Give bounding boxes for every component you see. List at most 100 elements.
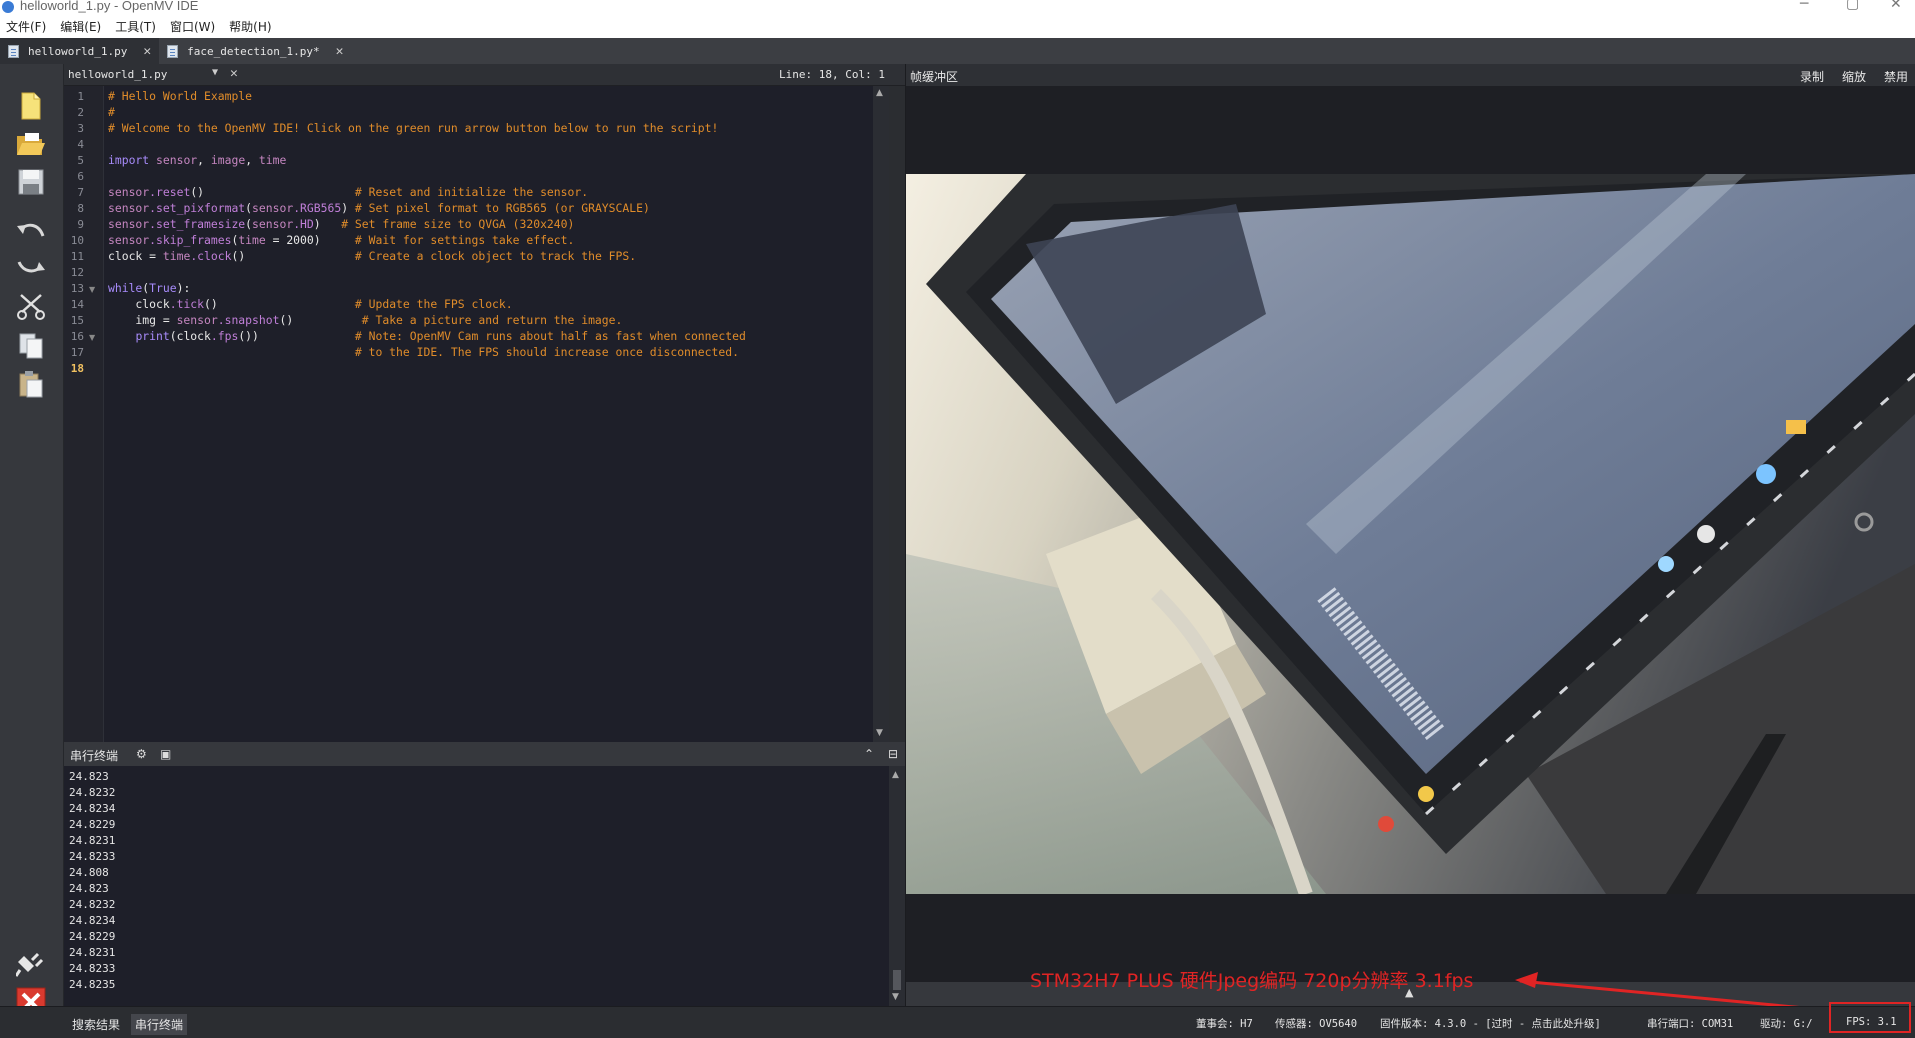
save-button[interactable] xyxy=(15,166,47,198)
scroll-up-icon[interactable]: ▲ xyxy=(892,770,899,780)
current-line-number: 18 xyxy=(70,362,84,375)
disable-button[interactable]: 禁用 xyxy=(1884,68,1908,85)
terminal-line: 24.8232 xyxy=(69,898,116,911)
new-file-button[interactable] xyxy=(15,90,47,122)
fold-marker-icon[interactable]: ▼ xyxy=(89,333,95,342)
zoom-button[interactable]: 缩放 xyxy=(1842,68,1866,85)
tab-label: face_detection_1.py* xyxy=(187,44,320,58)
maximize-panel-icon[interactable]: ⊟ xyxy=(888,747,898,761)
scroll-thumb[interactable] xyxy=(893,970,901,990)
scroll-down-icon[interactable]: ▼ xyxy=(876,728,883,738)
terminal-line: 24.8231 xyxy=(69,834,116,847)
cut-button[interactable] xyxy=(15,290,47,322)
close-editor-icon[interactable]: ✕ xyxy=(230,66,238,81)
annotation-text: STM32H7 PLUS 硬件Jpeg编码 720p分辨率 3.1fps xyxy=(1030,970,1474,992)
drive-status: 驱动: G:/ xyxy=(1760,1018,1813,1030)
record-button[interactable]: 录制 xyxy=(1800,68,1824,85)
terminal-save-icon[interactable]: ▣ xyxy=(160,747,171,761)
framebuffer-header: 帧缓冲区 录制 缩放 禁用 xyxy=(906,64,1915,86)
python-file-icon xyxy=(167,44,179,58)
code-line: sensor.set_framesize(sensor.HD) # Set fr… xyxy=(108,217,575,231)
sensor-status: 传感器: OV5640 xyxy=(1275,1018,1358,1030)
close-window-icon[interactable]: ✕ xyxy=(1890,0,1902,12)
menu-help[interactable]: 帮助(H) xyxy=(229,18,271,35)
new-file-icon xyxy=(21,92,41,120)
serial-terminal-tab[interactable]: 串行终端 xyxy=(131,1014,188,1035)
line-number: 6 xyxy=(77,170,84,183)
terminal-scrollbar[interactable]: ▲ ▼ xyxy=(889,766,905,1006)
close-tab-icon[interactable]: ✕ xyxy=(336,44,344,59)
line-number: 11 xyxy=(70,250,84,263)
cursor-position: Line: 18, Col: 1 xyxy=(779,68,885,81)
code-line: # to the IDE. The FPS should increase on… xyxy=(354,345,739,359)
connect-button[interactable] xyxy=(15,948,47,980)
undo-icon xyxy=(17,223,45,237)
tab-label: helloworld_1.py xyxy=(28,44,128,58)
menu-file[interactable]: 文件(F) xyxy=(6,18,46,35)
serial-terminal[interactable]: 24.823 24.8232 24.8234 24.8229 24.8231 2… xyxy=(64,766,889,1006)
code-line: # xyxy=(108,105,115,119)
scissors-icon xyxy=(17,294,45,320)
undo-button[interactable] xyxy=(15,214,47,246)
left-toolbar xyxy=(0,64,64,1038)
editor-scrollbar[interactable]: ▲ ▼ xyxy=(873,86,889,742)
tab-helloworld[interactable]: helloworld_1.py ✕ xyxy=(0,38,160,64)
line-number: 3 xyxy=(77,122,84,135)
code-line: img = sensor.snapshot() # Take a picture… xyxy=(108,313,623,327)
code-line: # Welcome to the OpenMV IDE! Click on th… xyxy=(108,121,719,135)
menu-tools[interactable]: 工具(T) xyxy=(115,18,156,35)
line-number: 2 xyxy=(77,106,84,119)
paste-icon xyxy=(19,371,43,398)
camera-frame-image xyxy=(906,174,1915,894)
search-results-tab[interactable]: 搜索结果 xyxy=(68,1014,124,1035)
code-editor[interactable]: 1 2 3 4 5 6 7 8 9 10 11 12 13 14 15 16 1… xyxy=(64,86,889,742)
redo-button[interactable] xyxy=(15,250,47,282)
terminal-settings-icon[interactable]: ⚙ xyxy=(136,747,147,761)
terminal-line: 24.823 xyxy=(69,770,109,783)
line-number: 17 xyxy=(70,346,84,359)
terminal-line: 24.823 xyxy=(69,882,109,895)
file-selector[interactable]: helloworld_1.py xyxy=(68,68,228,81)
tab-face-detection[interactable]: face_detection_1.py* ✕ xyxy=(159,38,351,64)
terminal-line: 24.808 xyxy=(69,866,109,879)
terminal-line: 24.8233 xyxy=(69,850,116,863)
firmware-status[interactable]: 固件版本: 4.3.0 - [过时 - 点击此处升级] xyxy=(1380,1016,1601,1031)
collapse-up-icon[interactable]: ⌃ xyxy=(864,747,874,761)
close-tab-icon[interactable]: ✕ xyxy=(143,44,151,59)
terminal-line: 24.8229 xyxy=(69,818,116,831)
menu-window[interactable]: 窗口(W) xyxy=(170,18,215,35)
paste-button[interactable] xyxy=(15,368,47,400)
framebuffer-title: 帧缓冲区 xyxy=(910,70,959,84)
copy-button[interactable] xyxy=(15,330,47,362)
menu-edit[interactable]: 编辑(E) xyxy=(60,18,101,35)
terminal-title: 串行终端 xyxy=(70,749,119,763)
status-bar: 搜索结果 串行终端 董事会: H7 传感器: OV5640 固件版本: 4.3.… xyxy=(0,1006,1915,1038)
minimize-icon[interactable]: ─ xyxy=(1800,0,1808,12)
line-number: 8 xyxy=(77,202,84,215)
file-tab-bar: helloworld_1.py ✕ face_detection_1.py* ✕ xyxy=(0,38,1915,64)
serial-port-status: 串行端口: COM31 xyxy=(1647,1018,1734,1030)
maximize-icon[interactable]: ▢ xyxy=(1846,0,1859,12)
open-folder-icon xyxy=(17,133,45,155)
fold-marker-icon[interactable]: ▼ xyxy=(89,285,95,294)
redo-icon xyxy=(17,261,45,273)
title-bar: helloworld_1.py - OpenMV IDE ─ ▢ ✕ xyxy=(0,0,1915,14)
code-line: sensor.reset() # Reset and initialize th… xyxy=(108,185,589,199)
line-number: 4 xyxy=(77,138,84,151)
open-file-button[interactable] xyxy=(15,128,47,160)
terminal-header: 串行终端 ⚙ ▣ ⌃ ⊟ xyxy=(64,742,905,766)
chevron-down-icon[interactable]: ▼ xyxy=(212,67,218,78)
scroll-up-icon[interactable]: ▲ xyxy=(876,88,883,98)
code-line: # Hello World Example xyxy=(108,89,253,103)
terminal-line: 24.8233 xyxy=(69,962,116,975)
line-number: 1 xyxy=(77,90,84,103)
openmv-app-icon xyxy=(2,1,14,13)
line-number: 16 xyxy=(70,330,84,343)
terminal-line: 24.8232 xyxy=(69,786,116,799)
line-number: 7 xyxy=(77,186,84,199)
code-line: sensor.set_pixformat(sensor.RGB565) # Se… xyxy=(108,201,650,215)
code-line: print(clock.fps()) # Note: OpenMV Cam ru… xyxy=(135,329,746,343)
line-number: 9 xyxy=(77,218,84,231)
scroll-down-icon[interactable]: ▼ xyxy=(892,992,899,1002)
python-file-icon xyxy=(8,44,19,58)
